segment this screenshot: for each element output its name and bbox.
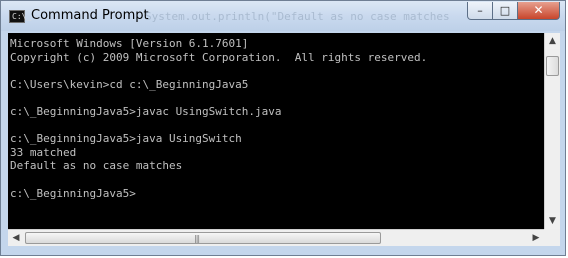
title-bar[interactable]: C:\_ Command Prompt System.out.println("… [1, 1, 565, 31]
console-line: c:\_BeginningJava5>javac UsingSwitch.jav… [10, 104, 282, 118]
command-prompt-icon[interactable]: C:\_ [9, 10, 31, 23]
console-output[interactable]: Microsoft Windows [Version 6.1.7601] Copy… [8, 33, 544, 229]
vertical-scrollbar[interactable]: ▲ ▼ [544, 33, 560, 229]
background-editor-text: System.out.println("Default as no case m… [145, 10, 450, 23]
scroll-left-arrow-icon[interactable]: ◀ [8, 230, 24, 246]
resize-corner[interactable] [544, 229, 560, 246]
console-line: C:\Users\kevin>cd c:\_BeginningJava5 [10, 77, 249, 91]
console-line: Microsoft Windows [Version 6.1.7601] [10, 37, 249, 50]
maximize-button[interactable]: □ [492, 2, 518, 20]
scroll-up-arrow-icon[interactable]: ▲ [545, 33, 560, 49]
console-line: 33 matched [10, 145, 77, 159]
console-line: Default as no case matches [10, 159, 183, 173]
console-line: c:\_BeginningJava5> [10, 186, 136, 200]
close-button[interactable]: ✕ [517, 2, 560, 20]
app-icon-text: C:\_ [12, 12, 32, 21]
console-line: c:\_BeginningJava5>java UsingSwitch [10, 132, 242, 146]
minimize-button[interactable]: – [467, 2, 493, 20]
scroll-down-arrow-icon[interactable]: ▼ [545, 213, 560, 229]
vertical-scroll-thumb[interactable] [546, 56, 559, 76]
scroll-right-arrow-icon[interactable]: ▶ [528, 230, 544, 246]
horizontal-scroll-thumb[interactable]: ||| [25, 232, 381, 244]
horizontal-scrollbar[interactable]: ◀ ||| ▶ [8, 229, 544, 246]
command-prompt-window: C:\_ Command Prompt System.out.println("… [0, 0, 566, 256]
scroll-grip-icon: ||| [194, 234, 200, 243]
window-title: Command Prompt [31, 8, 149, 23]
console-line: Copyright (c) 2009 Microsoft Corporation… [10, 50, 428, 64]
console-text: Microsoft Windows [Version 6.1.7601] Copy… [8, 33, 544, 200]
